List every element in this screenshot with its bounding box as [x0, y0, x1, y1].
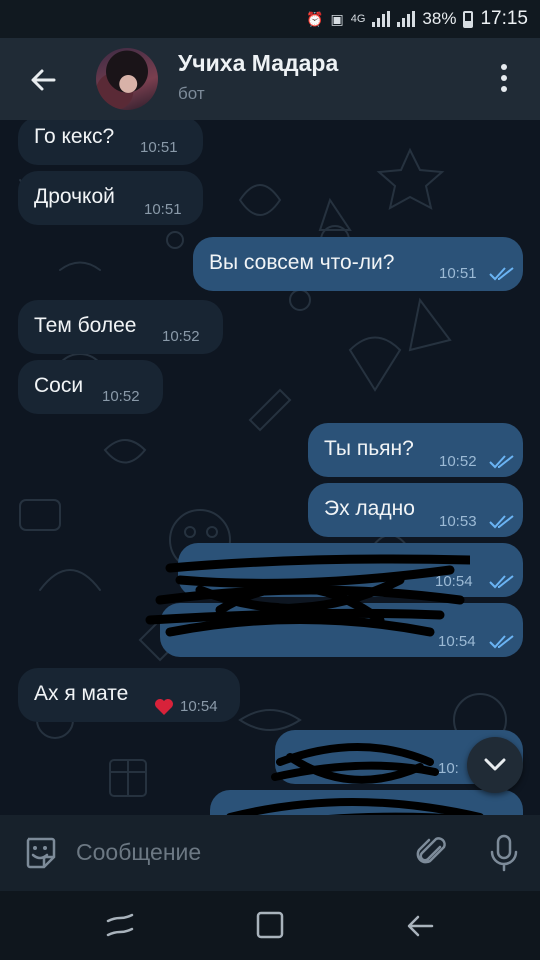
- sticker-icon[interactable]: [22, 835, 58, 871]
- battery-icon: [463, 10, 474, 28]
- back-nav-icon[interactable]: [400, 909, 440, 943]
- avatar[interactable]: [96, 48, 158, 110]
- message-time: 10:: [438, 760, 459, 777]
- message-text: Эх ладно: [324, 497, 415, 520]
- status-bar: ⏰ ▣ 4G 38% 17:15: [0, 0, 540, 38]
- read-check-icon: [489, 455, 514, 469]
- message-time: 10:54: [438, 633, 476, 650]
- notification-icon: ▣: [330, 10, 344, 27]
- message-time: 10:52: [439, 453, 477, 470]
- more-menu-icon[interactable]: [492, 64, 516, 96]
- message-outgoing-redacted[interactable]: [210, 790, 523, 815]
- read-check-icon: [489, 635, 514, 649]
- message-time: 10:51: [140, 139, 178, 156]
- read-check-icon: [489, 575, 514, 589]
- message-time: 10:54: [435, 573, 473, 590]
- read-check-icon: [489, 267, 514, 281]
- message-text: Го кекс?: [34, 125, 115, 148]
- chat-subtitle: бот: [178, 84, 205, 103]
- message-outgoing[interactable]: Ты пьян? 10:52: [308, 423, 523, 477]
- message-outgoing-redacted[interactable]: 10:54: [160, 603, 523, 657]
- recent-apps-icon[interactable]: [100, 909, 140, 943]
- attach-icon[interactable]: [414, 833, 450, 873]
- message-text: Ах я мате: [34, 682, 129, 705]
- signal-icon: [372, 11, 391, 27]
- chat-header: Учиха Мадара бот: [0, 38, 540, 120]
- message-time: 10:53: [439, 513, 477, 530]
- battery-percent: 38%: [422, 9, 457, 28]
- signal-icon-2: [397, 11, 416, 27]
- message-outgoing[interactable]: Эх ладно 10:53: [308, 483, 523, 537]
- read-check-icon: [489, 515, 514, 529]
- message-incoming[interactable]: Го кекс? 10:51: [18, 120, 203, 165]
- message-text: Тем более: [34, 314, 137, 337]
- message-incoming[interactable]: Ах я мате 10:54: [18, 668, 240, 722]
- back-arrow-icon[interactable]: [24, 60, 64, 100]
- message-time: 10:52: [162, 328, 200, 345]
- alarm-icon: ⏰: [306, 10, 324, 27]
- message-text: Ты пьян?: [324, 437, 414, 460]
- message-time: 10:51: [144, 201, 182, 218]
- message-text: Соси: [34, 374, 84, 397]
- message-time: 10:52: [102, 388, 140, 405]
- message-outgoing[interactable]: Вы совсем что-ли? 10:51: [193, 237, 523, 291]
- message-composer: [0, 815, 540, 891]
- message-outgoing-redacted[interactable]: 10:54: [178, 543, 523, 597]
- network-type: 4G: [350, 13, 366, 25]
- chevron-down-icon: [484, 758, 506, 771]
- system-nav-bar: [0, 891, 540, 960]
- message-incoming[interactable]: Тем более 10:52: [18, 300, 223, 354]
- message-incoming[interactable]: Дрочкой 10:51: [18, 171, 203, 225]
- message-incoming[interactable]: Соси 10:52: [18, 360, 163, 414]
- status-time: 17:15: [480, 8, 528, 29]
- scroll-down-button[interactable]: [467, 737, 523, 793]
- message-time: 10:54: [180, 698, 218, 715]
- home-icon[interactable]: [250, 909, 290, 943]
- message-time: 10:51: [439, 265, 477, 282]
- microphone-icon[interactable]: [486, 833, 522, 873]
- chat-title[interactable]: Учиха Мадара: [178, 50, 338, 77]
- message-input[interactable]: [76, 839, 396, 866]
- message-text: Вы совсем что-ли?: [209, 251, 395, 274]
- heart-emoji-icon: [155, 699, 173, 715]
- chat-area[interactable]: Го кекс? 10:51 Дрочкой 10:51 Вы совсем ч…: [0, 120, 540, 815]
- message-text: Дрочкой: [34, 185, 115, 208]
